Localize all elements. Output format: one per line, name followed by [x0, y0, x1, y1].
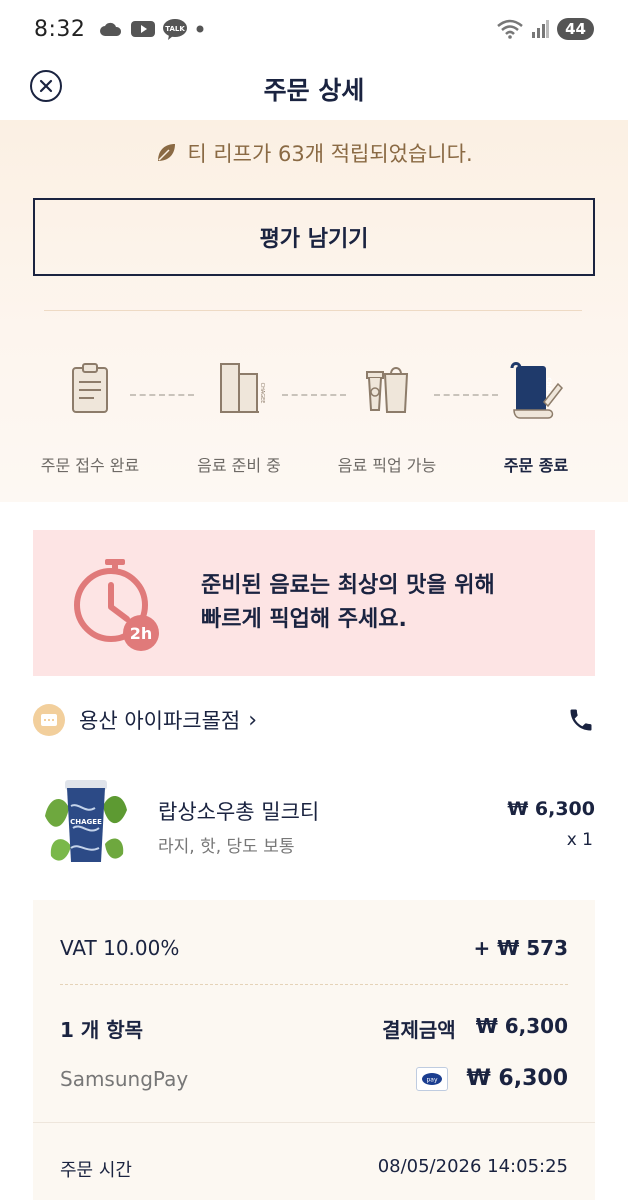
step-label: 주문 종료	[503, 456, 569, 475]
product-quantity: x 1	[566, 830, 593, 850]
payment-method: SamsungPay	[60, 1066, 189, 1091]
talk-icon: TALK	[163, 19, 188, 40]
leave-review-button[interactable]: 평가 남기기	[33, 198, 595, 276]
signal-icon	[532, 20, 550, 38]
step-preparing: CHAGEE 음료 준비 중	[164, 360, 314, 476]
reward-message: 티 리프가 63개 적립되었습니다.	[0, 138, 628, 168]
step-label: 주문 접수 완료	[40, 456, 140, 475]
payment-method-row: SamsungPay pay ₩ 6,300	[60, 1066, 568, 1091]
items-count: 1 개 항목	[60, 1018, 144, 1042]
divider	[44, 310, 582, 311]
status-bar: 8:32 TALK 44	[0, 0, 628, 58]
order-time-row: 주문 시간 08/05/2026 14:05:25	[60, 1156, 568, 1182]
wifi-icon	[497, 19, 523, 39]
battery-icon: 44	[557, 18, 594, 40]
close-button[interactable]	[30, 70, 62, 102]
status-system-icons: 44	[497, 18, 594, 40]
notice-text: 준비된 음료는 최상의 맛을 위해 빠르게 픽업해 주세요.	[201, 569, 495, 637]
vat-row: VAT 10.00% + ₩ 573	[60, 936, 568, 960]
step-label: 음료 픽업 가능	[337, 456, 437, 475]
step-order-complete: CHAGEE 주문 종료	[461, 360, 611, 476]
pickup-notice: 2h 준비된 음료는 최상의 맛을 위해 빠르게 픽업해 주세요.	[33, 530, 595, 676]
clipboard-icon	[72, 363, 108, 413]
pay-badge-text: pay	[427, 1076, 438, 1083]
divider	[33, 1122, 595, 1123]
youtube-icon	[131, 21, 156, 37]
store-name-link[interactable]: 용산 아이파크몰점	[79, 705, 240, 735]
svg-text:CHAGEE: CHAGEE	[259, 383, 265, 404]
payment-total: ₩ 6,300	[475, 1014, 568, 1038]
leaf-icon	[158, 144, 176, 161]
chevron-right-icon[interactable]: ›	[248, 708, 257, 733]
product-options: 라지, 핫, 당도 보통	[158, 837, 295, 857]
order-time-label: 주문 시간	[60, 1160, 132, 1181]
step-ready-pickup: 음료 픽업 가능	[312, 360, 462, 476]
product-name: 랍상소우총 밀크티	[158, 800, 320, 824]
cup-brand: CHAGEE	[70, 818, 102, 826]
total-row: 1 개 항목 결제금액 ₩ 6,300	[60, 1014, 568, 1043]
dot-icon	[196, 25, 204, 33]
step-label: 음료 준비 중	[197, 456, 281, 475]
order-progress-steps: 주문 접수 완료 CHAGEE 음료 준비 중 음료 픽업 가능 CHAGEE …	[0, 360, 628, 480]
timer-icon: 2h	[74, 559, 159, 651]
takeaway-cup-icon	[366, 367, 409, 413]
phone-icon[interactable]	[567, 706, 595, 734]
divider	[60, 984, 568, 985]
order-item[interactable]: CHAGEE 랍상소우총 밀크티 라지, 핫, 당도 보통 ₩ 6,300 x …	[33, 772, 595, 872]
close-icon	[39, 79, 53, 93]
header: 주문 상세	[0, 58, 628, 120]
status-time: 8:32	[34, 16, 86, 42]
payment-summary: VAT 10.00% + ₩ 573 1 개 항목 결제금액 ₩ 6,300 S…	[33, 900, 595, 1200]
payment-amount: ₩ 6,300	[466, 1066, 568, 1091]
vat-label: VAT 10.00%	[60, 936, 180, 960]
status-notification-icons: TALK	[99, 18, 205, 40]
vat-amount: + ₩ 573	[473, 936, 569, 960]
page-title: 주문 상세	[263, 76, 365, 105]
svg-text:TALK: TALK	[166, 25, 186, 33]
product-image: CHAGEE	[45, 780, 127, 862]
cloud-icon	[100, 22, 122, 36]
order-time: 08/05/2026 14:05:25	[377, 1156, 568, 1177]
timer-badge: 2h	[130, 624, 153, 643]
step-order-received: 주문 접수 완료	[15, 360, 165, 476]
payment-label: 결제금액	[382, 1018, 456, 1042]
store-row: 용산 아이파크몰점 ›	[33, 702, 595, 738]
product-price: ₩ 6,300	[507, 798, 595, 820]
order-status-section: 티 리프가 63개 적립되었습니다. 평가 남기기 주문 접수 완료 CHAGE…	[0, 120, 628, 502]
notice-line-1: 준비된 음료는 최상의 맛을 위해	[201, 572, 495, 598]
store-icon	[33, 704, 65, 736]
notice-line-2: 빠르게 픽업해 주세요.	[201, 607, 407, 632]
reward-text: 티 리프가 63개 적립되었습니다.	[187, 142, 473, 166]
samsung-pay-icon: pay	[416, 1066, 449, 1091]
scroll-pen-icon: CHAGEE	[510, 362, 563, 419]
tea-machine-icon: CHAGEE	[220, 363, 265, 413]
